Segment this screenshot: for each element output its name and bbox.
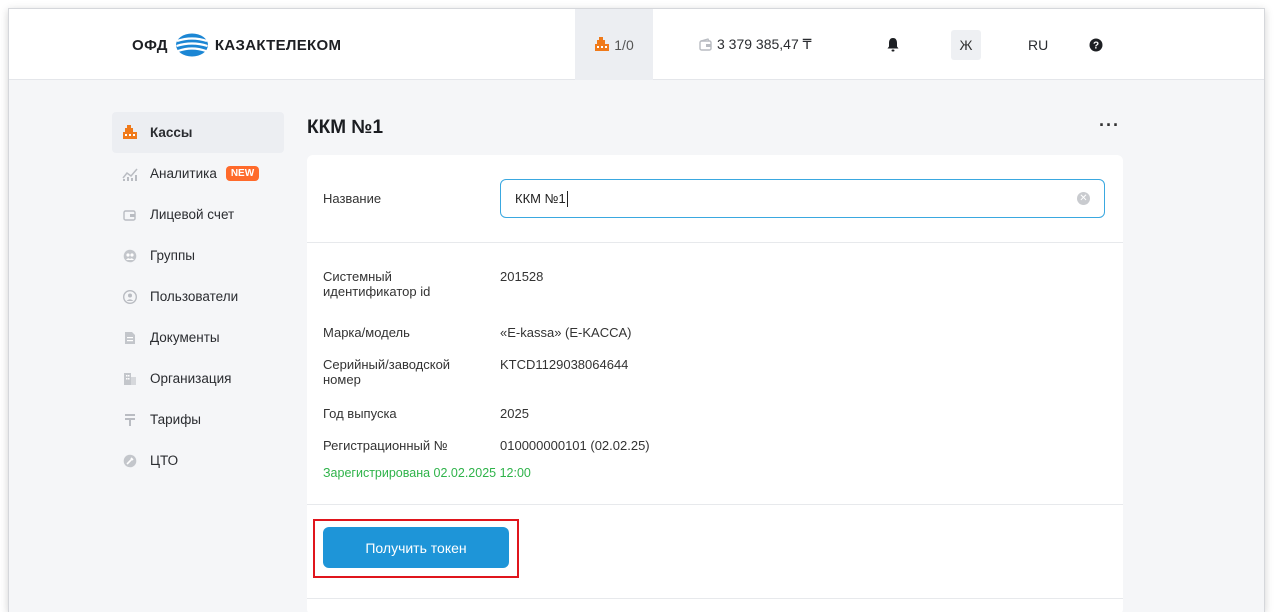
kkm-details-card: Название ККМ №1 ✕ Системный идентификато… (307, 155, 1123, 612)
balance-link[interactable]: 3 379 385,47 ₸ (699, 9, 812, 80)
detail-value-serial: KTCD1129038064644 (500, 357, 629, 372)
detail-value-year: 2025 (500, 406, 529, 421)
wallet-icon (699, 37, 712, 51)
text-caret (566, 190, 568, 207)
sidebar-item-kassy[interactable]: Кассы (112, 112, 284, 153)
wallet-icon (122, 207, 138, 223)
logo-brand-text: КАЗАКТЕЛЕКОМ (214, 36, 342, 54)
user-icon (122, 289, 138, 305)
name-input-value: ККМ №1 (515, 191, 566, 206)
help-icon: ? (1089, 38, 1103, 51)
help-button[interactable]: ? (1089, 9, 1103, 80)
sidebar-item-label: Лицевой счет (150, 207, 235, 222)
svg-text:?: ? (1093, 40, 1099, 51)
registration-status: Зарегистрирована 02.02.2025 12:00 (323, 466, 531, 480)
groups-icon (122, 248, 138, 264)
language-selector[interactable]: RU (1028, 9, 1048, 80)
sidebar-item-cto[interactable]: ЦТО (112, 440, 284, 481)
sidebar-item-users[interactable]: Пользователи (112, 276, 284, 317)
logo-ofd-text: ОФД (132, 36, 168, 54)
name-label: Название (323, 191, 382, 206)
sidebar-item-groups[interactable]: Группы (112, 235, 284, 276)
sidebar-item-label: ЦТО (150, 453, 179, 468)
sidebar-item-analytics[interactable]: Аналитика NEW (112, 153, 284, 194)
sidebar-item-organization[interactable]: Организация (112, 358, 284, 399)
tariff-icon (122, 412, 138, 428)
get-token-button[interactable]: Получить токен (323, 527, 509, 568)
sidebar-item-label: Группы (150, 248, 195, 263)
detail-value-system-id: 201528 (500, 269, 544, 284)
name-row: Название ККМ №1 ✕ (307, 155, 1123, 243)
name-input[interactable]: ККМ №1 ✕ (500, 179, 1105, 218)
notifications-button[interactable] (886, 9, 900, 80)
kassa-counter-button[interactable]: 1/0 (575, 9, 653, 80)
sidebar-item-documents[interactable]: Документы (112, 317, 284, 358)
detail-label-model: Марка/модель (323, 325, 410, 340)
sidebar-item-label: Документы (150, 330, 220, 345)
balance-text: 3 379 385,47 ₸ (717, 36, 812, 52)
top-bar: ОФД КАЗАКТЕЛЕКОМ 1/0 3 379 385,47 ₸ Ж RU… (9, 9, 1264, 80)
building-icon (122, 371, 138, 387)
sidebar-item-account[interactable]: Лицевой счет (112, 194, 284, 235)
bell-icon (887, 38, 899, 52)
language-text: RU (1028, 36, 1049, 53)
more-options-button[interactable]: ··· (1099, 115, 1120, 136)
detail-label-system-id: Системный идентификатор id (323, 269, 431, 299)
sidebar-item-label: Тарифы (150, 412, 202, 427)
detail-label-reg-number: Регистрационный № (323, 438, 448, 453)
user-menu-button[interactable]: Ж (949, 9, 983, 80)
page-title: ККМ №1 (307, 117, 384, 138)
sidebar-nav: Кассы Аналитика NEW Лицевой счет Группы … (112, 112, 284, 481)
user-avatar: Ж (951, 29, 981, 60)
sidebar-item-label: Кассы (150, 125, 193, 140)
clear-icon[interactable]: ✕ (1077, 192, 1090, 205)
sidebar-item-label: Аналитика (150, 166, 217, 181)
document-icon (122, 330, 138, 346)
sidebar-item-tariffs[interactable]: Тарифы (112, 399, 284, 440)
sidebar-item-label: Пользователи (150, 289, 239, 304)
divider (307, 598, 1123, 599)
service-center-icon (122, 453, 138, 469)
logo[interactable]: ОФД КАЗАКТЕЛЕКОМ (132, 31, 341, 59)
detail-label-year: Год выпуска (323, 406, 397, 421)
detail-value-model: «E-kassa» (E-KACCA) (500, 325, 632, 340)
cash-register-icon (122, 125, 138, 141)
kassa-counter-text: 1/0 (614, 36, 634, 53)
cash-register-icon (595, 37, 610, 51)
globe-logo-icon (175, 33, 208, 57)
new-badge: NEW (225, 166, 260, 181)
detail-label-serial: Серийный/заводской номер (323, 357, 451, 387)
detail-value-reg-number: 010000000101 (02.02.25) (500, 438, 650, 453)
sidebar-item-label: Организация (150, 371, 232, 386)
analytics-icon (122, 166, 138, 182)
app-window: ОФД КАЗАКТЕЛЕКОМ 1/0 3 379 385,47 ₸ Ж RU… (8, 8, 1265, 612)
